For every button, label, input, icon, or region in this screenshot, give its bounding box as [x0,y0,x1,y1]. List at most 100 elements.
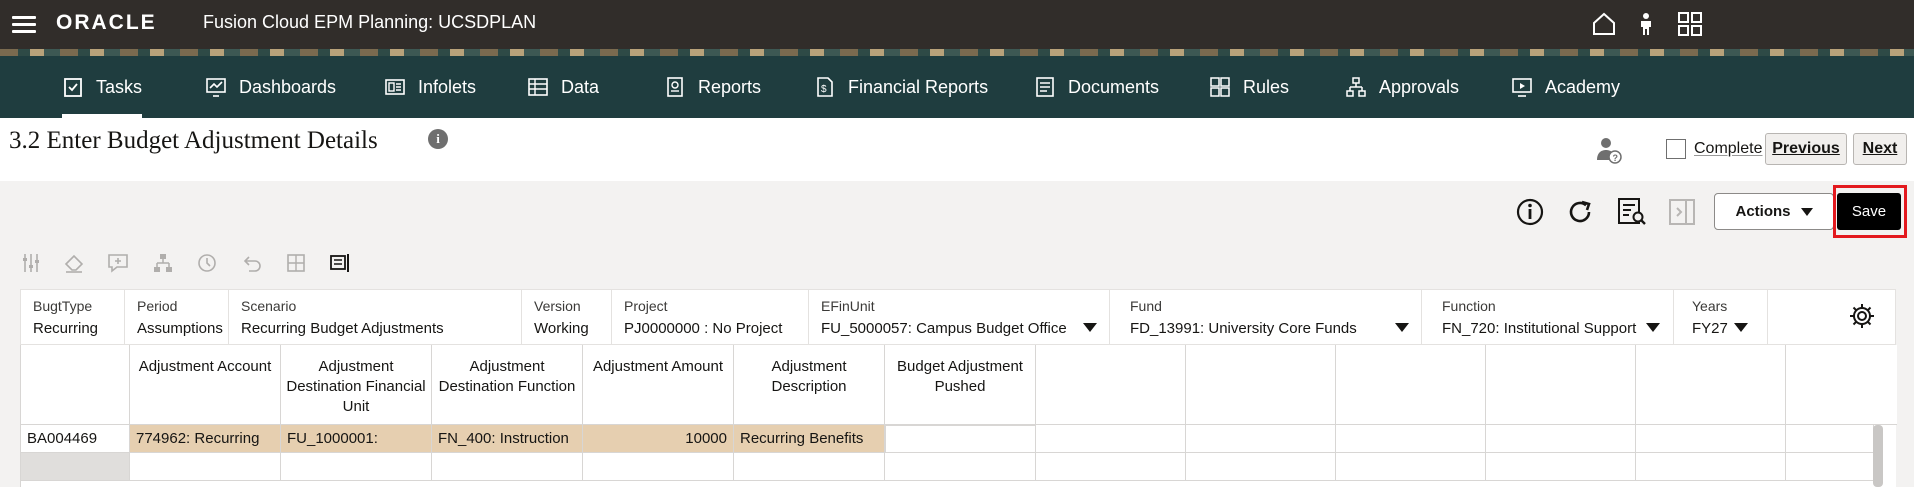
comment-icon[interactable] [107,252,129,274]
infolets-icon [385,79,405,95]
column-header[interactable]: Budget Adjustment Pushed [885,345,1036,425]
decorative-banner [0,49,1914,56]
pov-label: Years [1692,298,1728,314]
tab-label: Academy [1545,76,1621,97]
panel-toggle-icon[interactable] [1666,196,1698,228]
column-header[interactable]: Adjustment Amount [583,345,734,425]
app-title: Fusion Cloud EPM Planning: UCSDPLAN [203,12,537,32]
pov-value: FN_720: Institutional Support [1442,320,1637,337]
tab-label: Infolets [418,76,477,97]
grid-cell [1786,425,1874,453]
column-header [1336,345,1486,425]
column-header[interactable]: Adjustment Destination Function [432,345,583,425]
grid-cell-amount[interactable]: 10000 [583,425,734,453]
pov-value: PJ0000000 : No Project [624,320,783,337]
next-button[interactable]: Next [1853,133,1907,165]
tab-infolets[interactable]: Infolets [384,56,476,118]
tab-financial-reports[interactable]: $ Financial Reports [814,56,988,118]
info-circle-icon[interactable] [1514,196,1546,228]
column-header [1486,345,1636,425]
data-audit-icon[interactable] [1616,196,1648,228]
history-icon[interactable] [196,252,218,274]
pov-label: Function [1442,298,1496,314]
grid-cell [1636,425,1786,453]
tab-data[interactable]: Data [527,56,599,118]
svg-text:?: ? [1613,153,1619,163]
save-button[interactable]: Save [1837,193,1901,230]
column-header[interactable]: Adjustment Account [130,345,281,425]
complete-checkbox[interactable] [1666,139,1686,159]
expand-grid-icon[interactable] [285,252,307,274]
menu-icon[interactable] [12,13,36,35]
column-header[interactable]: Adjustment Description [734,345,885,425]
task-owner-icon[interactable]: ? [1596,136,1622,164]
grid-cell-dest-fin-unit[interactable]: FU_1000001: [281,425,432,453]
corner-cell [21,345,130,425]
tasks-icon [64,78,82,97]
grid-cell-dest-function[interactable]: FN_400: Instruction [432,425,583,453]
pov-version: Version Working [522,290,612,346]
pov-function[interactable]: Function FN_720: Institutional Support [1422,290,1674,346]
grid-settings-icon[interactable] [329,252,351,274]
pov-value: Recurring [33,320,99,337]
chevron-down-icon[interactable] [1395,323,1409,332]
row-header[interactable]: BA004469 [21,425,130,453]
pov-value: Recurring Budget Adjustments [241,320,444,337]
home-icon[interactable] [1590,10,1618,38]
adjust-icon[interactable] [20,252,42,274]
grid-cell [1036,453,1186,481]
pov-label: EFinUnit [821,298,875,314]
clear-icon[interactable] [63,252,85,274]
tab-documents[interactable]: Documents [1034,56,1159,118]
documents-icon [1036,77,1054,97]
academy-icon [1512,78,1532,97]
tab-rules[interactable]: Rules [1209,56,1289,118]
undo-icon[interactable] [241,252,263,274]
column-header [1036,345,1186,425]
pov-bar: BugtType Recurring Period Assumptions Sc… [20,289,1896,346]
grid-cell [734,453,885,481]
chevron-down-icon[interactable] [1646,323,1660,332]
financial-reports-icon: $ [817,77,833,97]
hierarchy-icon[interactable] [152,252,174,274]
approvals-icon [1346,77,1366,97]
svg-text:$: $ [821,84,827,95]
top-bar: ORACLE Fusion Cloud EPM Planning: UCSDPL… [0,0,1914,49]
grid-cell-description[interactable]: Recurring Benefits [734,425,885,453]
pov-value: Assumptions [137,320,223,337]
pov-label: BugtType [33,298,93,314]
actions-button[interactable]: Actions [1714,193,1834,230]
column-header [1636,345,1786,425]
tab-academy[interactable]: Academy [1511,56,1620,118]
pov-efinunit[interactable]: EFinUnit FU_5000057: Campus Budget Offic… [809,290,1110,346]
previous-button[interactable]: Previous [1765,133,1847,165]
apps-grid-icon[interactable] [1676,10,1704,38]
pov-value: Working [534,320,589,337]
info-icon[interactable]: i [428,129,448,149]
pov-bugttype: BugtType Recurring [21,290,125,346]
tab-tasks[interactable]: Tasks [62,56,143,118]
row-header-empty[interactable] [21,453,130,481]
pov-value: FY27 [1692,320,1728,337]
tab-label: Rules [1243,76,1290,97]
grid-cell [1186,425,1336,453]
data-icon [528,78,548,96]
tab-reports[interactable]: Reports [664,56,761,118]
grid-cell-account[interactable]: 774962: Recurring [130,425,281,453]
chevron-down-icon[interactable] [1083,323,1097,332]
grid-cell [1336,425,1486,453]
tab-approvals[interactable]: Approvals [1345,56,1459,118]
grid-scrollbar[interactable] [1873,425,1883,487]
refresh-icon[interactable] [1564,196,1596,228]
chevron-down-icon[interactable] [1734,323,1748,332]
gear-icon[interactable] [1848,302,1876,330]
tab-label: Documents [1068,76,1160,97]
accessibility-icon[interactable] [1632,10,1660,38]
reports-icon [667,77,683,97]
grid-cell [281,453,432,481]
tab-dashboards[interactable]: Dashboards [205,56,336,118]
column-header[interactable]: Adjustment Destination Financial Unit [281,345,432,425]
pov-fund[interactable]: Fund FD_13991: University Core Funds [1110,290,1422,346]
grid-cell-pushed[interactable] [885,425,1036,453]
pov-years[interactable]: Years FY27 [1674,290,1768,346]
